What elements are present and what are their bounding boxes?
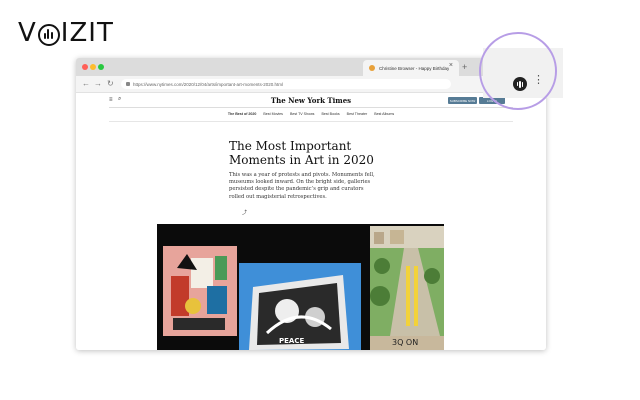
close-window-dot[interactable] <box>82 64 88 70</box>
forward-icon[interactable]: → <box>94 79 102 88</box>
header-divider <box>109 107 513 108</box>
close-tab-icon[interactable]: × <box>449 62 453 69</box>
soundwave-icon <box>37 24 60 46</box>
article-headline: The Most Important Moments in Art in 202… <box>229 139 374 167</box>
minimize-window-dot[interactable] <box>90 64 96 70</box>
voizit-logo: V IZIT <box>18 18 114 48</box>
subnav-item-books[interactable]: Best Books <box>321 112 339 116</box>
browser-window: Christine Browser - Happy Birthday × + ←… <box>76 58 546 350</box>
share-icon[interactable]: ⤴ <box>242 209 247 216</box>
collage-painting-image <box>163 246 237 336</box>
article-summary: This was a year of protests and pivots. … <box>229 172 375 200</box>
section-nav: The Best of 2020 Best Movies Best TV Sho… <box>76 112 546 116</box>
subnav-item-albums[interactable]: Best Albums <box>374 112 394 116</box>
browser-tab[interactable]: Christine Browser - Happy Birthday × <box>363 60 459 76</box>
back-icon[interactable]: ← <box>82 79 90 88</box>
logo-letter-v: V <box>18 18 37 48</box>
address-bar[interactable]: https://www.nytimes.com/2020/12/04/arts/… <box>121 79 451 89</box>
page-content: ≡ ⌕ The New York Times SUBSCRIBE NOW LOG… <box>76 93 546 350</box>
banner-text: 3Q ON <box>392 338 419 347</box>
mural-sign-text: PEACE <box>279 337 304 345</box>
subnav-item-movies[interactable]: Best Movies <box>263 112 283 116</box>
article-image-collage[interactable]: PEACE 3Q ON <box>157 224 444 350</box>
reload-icon[interactable]: ↻ <box>107 79 114 88</box>
subnav-item-best-of[interactable]: The Best of 2020 <box>228 112 257 116</box>
voizit-extension-icon[interactable] <box>513 77 527 91</box>
logo-letters: IZIT <box>60 18 114 48</box>
subnav-item-theater[interactable]: Best Theater <box>347 112 368 116</box>
more-menu-icon[interactable]: ⋮ <box>533 75 544 86</box>
collage-banner-image: 3Q ON <box>370 336 444 350</box>
favicon-icon <box>369 65 375 71</box>
new-tab-button[interactable]: + <box>462 62 467 72</box>
url-text: https://www.nytimes.com/2020/12/04/arts/… <box>133 81 284 87</box>
highlight-circle <box>479 32 557 110</box>
collage-mural-image: PEACE <box>239 263 361 350</box>
browser-toolbar: ← → ↻ https://www.nytimes.com/2020/12/04… <box>76 76 546 93</box>
tab-title: Christine Browser - Happy Birthday <box>379 65 450 71</box>
subnav-divider <box>109 121 513 122</box>
lock-icon <box>126 82 130 86</box>
zoom-window-dot[interactable] <box>98 64 104 70</box>
tab-bar: Christine Browser - Happy Birthday × + <box>76 58 546 76</box>
collage-street-image <box>370 226 444 336</box>
subnav-item-tv[interactable]: Best TV Shows <box>290 112 315 116</box>
subscribe-button[interactable]: SUBSCRIBE NOW <box>448 97 477 104</box>
